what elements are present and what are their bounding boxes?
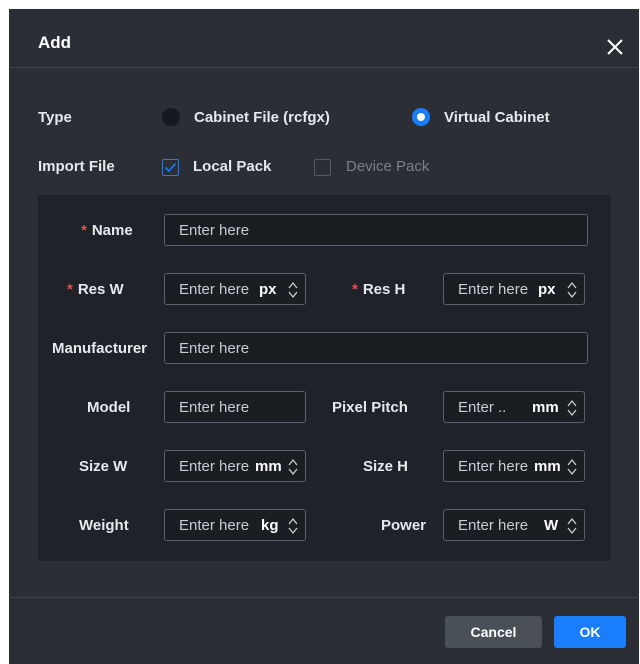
name-label-text: Name (91, 222, 133, 239)
res-h-label-text: Res H (362, 281, 406, 298)
checkbox-device-pack[interactable] (314, 159, 331, 176)
checkbox-local-pack[interactable] (162, 159, 179, 176)
power-label: Power (381, 517, 427, 534)
radio-cabinet-file-label[interactable]: Cabinet File (rcfgx) (194, 109, 330, 126)
required-mark: * (67, 281, 73, 298)
dialog-title: Add (38, 33, 72, 52)
required-mark: * (352, 281, 358, 298)
size-w-unit: mm (255, 458, 282, 475)
weight-stepper-icon[interactable] (287, 516, 299, 536)
weight-placeholder: Enter here (179, 517, 250, 534)
manufacturer-placeholder: Enter here (179, 340, 250, 357)
weight-input[interactable]: Enter here kg (164, 509, 306, 541)
size-h-placeholder: Enter here (458, 458, 529, 475)
type-label: Type (38, 109, 72, 126)
checkbox-device-pack-label: Device Pack (346, 158, 430, 175)
size-h-input[interactable]: Enter here mm (443, 450, 585, 482)
manufacturer-label: Manufacturer (52, 340, 148, 357)
res-h-input[interactable]: Enter here px (443, 273, 585, 305)
close-icon[interactable] (605, 37, 625, 57)
add-dialog: Add Type Cabinet File (rcfgx) Virtual Ca… (9, 9, 639, 664)
size-w-label: Size W (79, 458, 128, 475)
radio-virtual-cabinet[interactable] (412, 108, 430, 126)
res-w-unit: px (259, 281, 277, 298)
weight-unit: kg (261, 517, 279, 534)
name-input[interactable]: Enter here (164, 214, 588, 246)
pixel-pitch-input[interactable]: Enter .. mm (443, 391, 585, 423)
res-w-label: * Res W (67, 281, 124, 298)
checkbox-local-pack-label[interactable]: Local Pack (193, 158, 271, 175)
model-input[interactable]: Enter here (164, 391, 306, 423)
size-w-input[interactable]: Enter here mm (164, 450, 306, 482)
power-stepper-icon[interactable] (566, 516, 578, 536)
res-w-label-text: Res W (77, 281, 124, 298)
manufacturer-input[interactable]: Enter here (164, 332, 588, 364)
size-h-unit: mm (534, 458, 561, 475)
res-w-stepper-icon[interactable] (287, 280, 299, 300)
name-label: * Name (81, 222, 133, 239)
radio-cabinet-file[interactable] (162, 108, 180, 126)
pixel-pitch-placeholder: Enter .. (458, 399, 507, 416)
power-unit: W (544, 517, 559, 534)
size-w-placeholder: Enter here (179, 458, 250, 475)
power-placeholder: Enter here (458, 517, 529, 534)
check-icon (164, 162, 177, 173)
required-mark: * (81, 222, 87, 239)
model-placeholder: Enter here (179, 399, 250, 416)
name-placeholder: Enter here (179, 222, 250, 239)
pixel-pitch-stepper-icon[interactable] (566, 398, 578, 418)
size-w-stepper-icon[interactable] (287, 457, 299, 477)
res-w-placeholder: Enter here (179, 281, 250, 298)
res-h-unit: px (538, 281, 556, 298)
res-h-placeholder: Enter here (458, 281, 529, 298)
pixel-pitch-label: Pixel Pitch (332, 399, 408, 416)
size-h-stepper-icon[interactable] (566, 457, 578, 477)
size-h-label: Size H (363, 458, 409, 475)
res-h-stepper-icon[interactable] (566, 280, 578, 300)
pixel-pitch-unit: mm (532, 399, 559, 416)
power-input[interactable]: Enter here W (443, 509, 585, 541)
res-w-input[interactable]: Enter here px (164, 273, 306, 305)
import-file-label: Import File (38, 158, 115, 175)
ok-button[interactable]: OK (554, 616, 626, 648)
weight-label: Weight (79, 517, 129, 534)
cabinet-form-panel: * Name Enter here * Res W Enter here px * R… (38, 195, 611, 561)
res-h-label: * Res H (352, 281, 405, 298)
model-label: Model (87, 399, 131, 416)
dialog-header: Add (9, 9, 639, 68)
radio-virtual-cabinet-label[interactable]: Virtual Cabinet (444, 109, 550, 126)
dialog-footer-divider (9, 597, 639, 598)
cancel-button[interactable]: Cancel (445, 616, 542, 648)
